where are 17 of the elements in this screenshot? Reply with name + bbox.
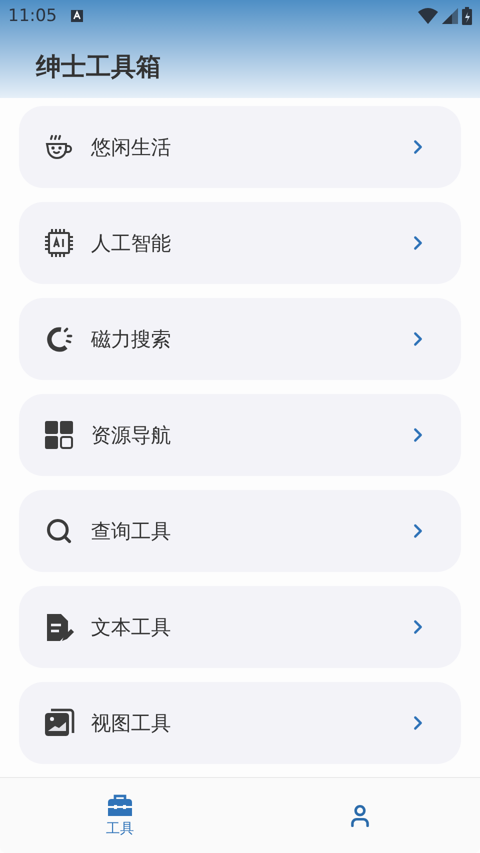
menu-card[interactable]: 人工智能 xyxy=(19,202,461,284)
menu-card[interactable]: 悠闲生活 xyxy=(19,106,461,188)
menu-label: 视图工具 xyxy=(91,710,171,736)
menu-label: 磁力搜索 xyxy=(91,326,171,352)
menu-card[interactable]: 视图工具 xyxy=(19,682,461,764)
menu-label: 悠闲生活 xyxy=(91,134,171,160)
tools-tab[interactable]: 工具 xyxy=(0,778,240,853)
menu-card[interactable]: 资源导航 xyxy=(19,394,461,476)
menu-card[interactable]: 磁力搜索 xyxy=(19,298,461,380)
menu-label: 人工智能 xyxy=(91,230,171,256)
menu-card[interactable]: 查询工具 xyxy=(19,490,461,572)
app-title: 绅士工具箱 xyxy=(36,51,161,83)
menu-label: 查询工具 xyxy=(91,518,171,544)
status-time: 11:05 xyxy=(8,6,57,26)
menu-card[interactable]: 文本工具 xyxy=(19,586,461,668)
menu-label: 资源导航 xyxy=(91,422,171,448)
menu-label: 文本工具 xyxy=(91,614,171,640)
